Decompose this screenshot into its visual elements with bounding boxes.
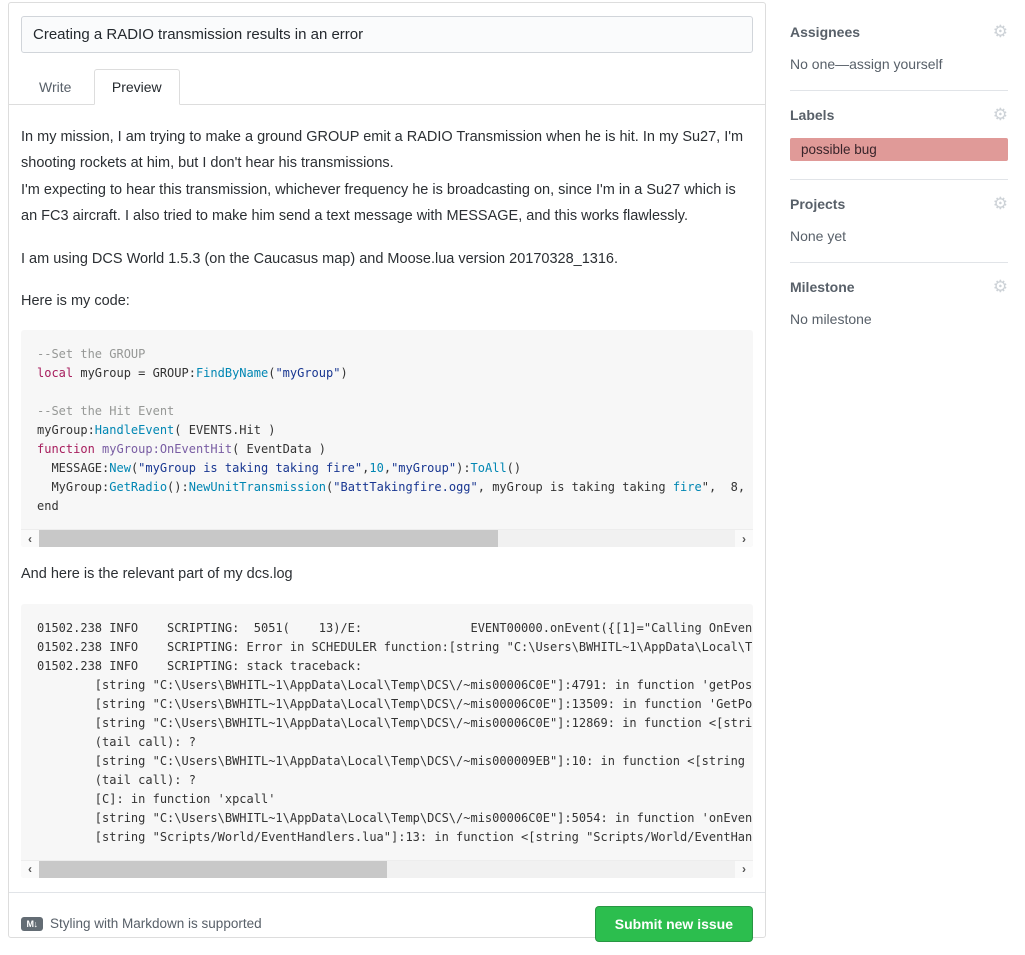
markdown-icon: M↓: [21, 917, 43, 931]
scroll-right-icon[interactable]: ›: [735, 861, 753, 878]
projects-gear-icon[interactable]: ⚙: [993, 195, 1008, 212]
dcs-log-text: 01502.238 INFO SCRIPTING: 5051( 13)/E: E…: [21, 604, 753, 860]
projects-title: Projects: [790, 196, 845, 212]
dcs-log-block: 01502.238 INFO SCRIPTING: 5051( 13)/E: E…: [21, 604, 753, 878]
paragraph-mission-line1: In my mission, I am trying to make a gro…: [21, 129, 743, 171]
write-preview-tabnav: Write Preview: [9, 69, 765, 105]
projects-section: Projects ⚙ None yet: [790, 180, 1008, 263]
markdown-supported-text: Styling with Markdown is supported: [50, 916, 262, 931]
paragraph-version: I am using DCS World 1.5.3 (on the Cauca…: [21, 246, 753, 272]
projects-body: None yet: [790, 228, 1008, 244]
assignees-title: Assignees: [790, 24, 860, 40]
assignees-body[interactable]: No one—assign yourself: [790, 56, 1008, 72]
markdown-preview: In my mission, I am trying to make a gro…: [21, 124, 753, 878]
milestone-body: No milestone: [790, 311, 1008, 327]
log-scrollbar-thumb[interactable]: [39, 861, 387, 878]
paragraph-mission-line2: I'm expecting to hear this transmission,…: [21, 182, 736, 224]
log-scrollbar-track[interactable]: [39, 861, 735, 878]
labels-section: Labels ⚙ possible bug: [790, 91, 1008, 180]
issue-title-input[interactable]: [21, 16, 753, 53]
milestone-title: Milestone: [790, 279, 855, 295]
assignees-gear-icon[interactable]: ⚙: [993, 23, 1008, 40]
label-possible-bug[interactable]: possible bug: [790, 138, 1008, 161]
paragraph-mission: In my mission, I am trying to make a gro…: [21, 124, 753, 230]
preview-body: In my mission, I am trying to make a gro…: [9, 105, 765, 878]
scroll-right-icon[interactable]: ›: [735, 530, 753, 547]
submit-new-issue-button[interactable]: Submit new issue: [595, 906, 753, 942]
paragraph-log-intro: And here is the relevant part of my dcs.…: [21, 561, 753, 587]
labels-gear-icon[interactable]: ⚙: [993, 106, 1008, 123]
issue-sidebar: Assignees ⚙ No one—assign yourself Label…: [790, 8, 1008, 345]
milestone-gear-icon[interactable]: ⚙: [993, 278, 1008, 295]
code-scrollbar-track[interactable]: [39, 530, 735, 547]
paragraph-code-intro: Here is my code:: [21, 288, 753, 314]
issue-title-wrap: [9, 3, 765, 53]
tab-write[interactable]: Write: [21, 69, 89, 105]
code-horizontal-scrollbar[interactable]: ‹ ›: [21, 529, 753, 547]
lua-code: --Set the GROUPlocal myGroup = GROUP:Fin…: [21, 330, 753, 529]
tab-preview[interactable]: Preview: [94, 69, 180, 105]
assignees-section: Assignees ⚙ No one—assign yourself: [790, 8, 1008, 91]
lua-code-block: --Set the GROUPlocal myGroup = GROUP:Fin…: [21, 330, 753, 547]
code-scrollbar-thumb[interactable]: [39, 530, 498, 547]
markdown-supported-link[interactable]: M↓ Styling with Markdown is supported: [21, 916, 262, 931]
form-footer: M↓ Styling with Markdown is supported Su…: [9, 892, 765, 955]
new-issue-form: Write Preview In my mission, I am trying…: [8, 2, 766, 938]
log-horizontal-scrollbar[interactable]: ‹ ›: [21, 860, 753, 878]
labels-title: Labels: [790, 107, 834, 123]
scroll-left-icon[interactable]: ‹: [21, 530, 39, 547]
scroll-left-icon[interactable]: ‹: [21, 861, 39, 878]
milestone-section: Milestone ⚙ No milestone: [790, 263, 1008, 345]
